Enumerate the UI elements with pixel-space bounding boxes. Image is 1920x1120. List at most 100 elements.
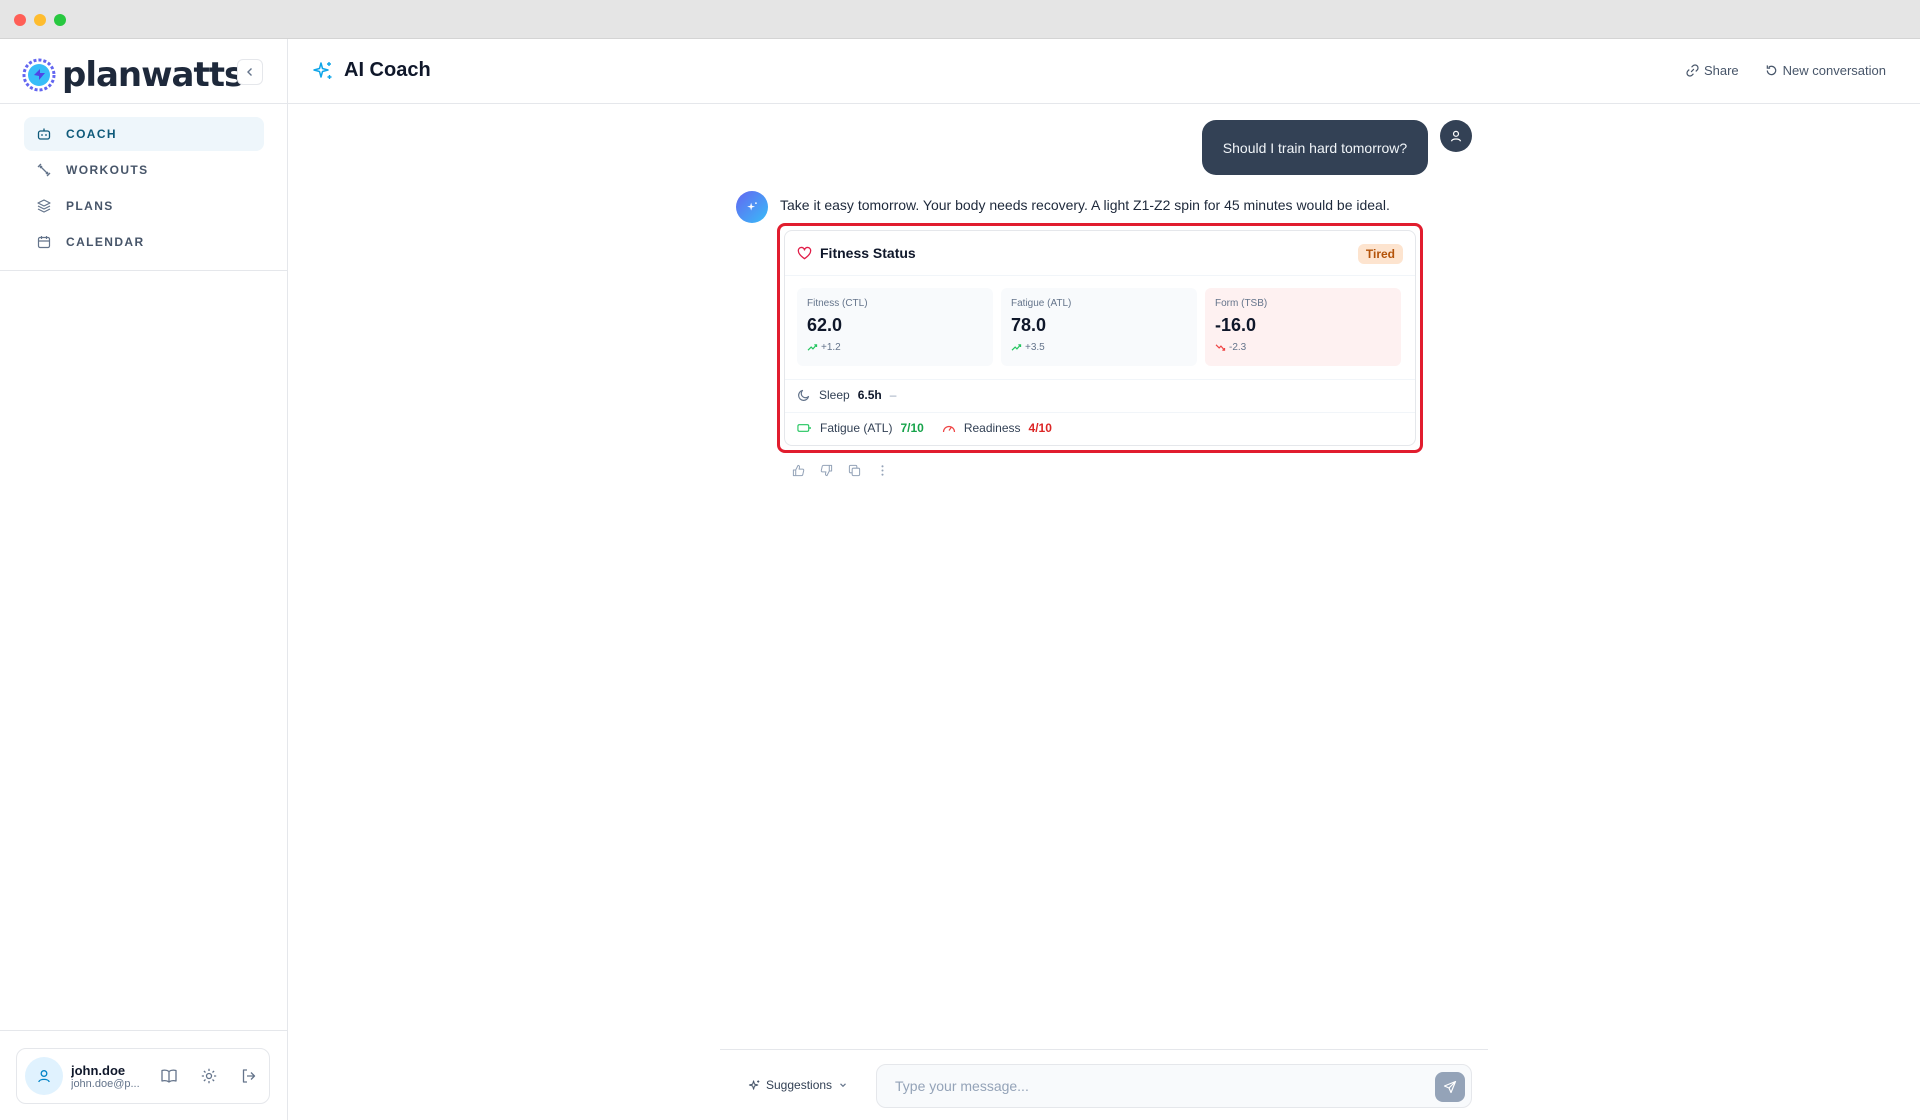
share-label: Share [1703, 63, 1739, 78]
layers-icon [37, 199, 51, 213]
sidebar-item-coach[interactable]: COACH [24, 117, 264, 151]
metric-label: Fatigue (ATL) [1011, 298, 1072, 309]
metric-label: Fitness (CTL) [807, 298, 868, 309]
divider [0, 103, 288, 104]
new-conversation-label: New conversation [1782, 63, 1886, 78]
window-titlebar [0, 0, 1920, 39]
trending-up-icon [807, 344, 818, 351]
message-actions [784, 461, 896, 479]
sidebar-item-label: WORKOUTS [66, 163, 149, 177]
user-message-text: Should I train hard tomorrow? [1222, 139, 1408, 156]
metric-fitness-ctl: Fitness (CTL) 62.0 +1.2 [797, 288, 993, 366]
sidebar-item-calendar[interactable]: CALENDAR [24, 225, 264, 259]
docs-button[interactable] [149, 1056, 189, 1096]
user-name: john.doe [71, 1062, 126, 1078]
thumbs-down-button[interactable] [812, 461, 840, 479]
minimize-window-button[interactable] [34, 14, 46, 26]
settings-button[interactable] [189, 1056, 229, 1096]
sidebar-nav: COACH WORKOUTS PLANS CALENDAR [24, 117, 264, 261]
card-title: Fitness Status [820, 245, 916, 261]
user-actions [149, 1056, 269, 1096]
gauge-icon [942, 425, 955, 433]
sidebar-item-workouts[interactable]: WORKOUTS [24, 153, 264, 187]
stats-row: Fatigue (ATL) 7/10 Readiness 4/10 [797, 421, 1070, 435]
rotate-ccw-icon [1766, 65, 1776, 76]
link-icon [1686, 64, 1699, 77]
page-title: AI Coach [344, 59, 431, 81]
sparkles-icon [747, 202, 757, 211]
thumbs-down-icon [820, 464, 832, 476]
card-header: Fitness Status [797, 245, 916, 261]
divider [785, 275, 1415, 276]
page-header: AI Coach Share New conversation [288, 39, 1920, 104]
metric-value: 62.0 [807, 315, 843, 335]
maximize-window-button[interactable] [54, 14, 66, 26]
share-button[interactable]: Share [1686, 63, 1739, 78]
copy-icon [848, 464, 860, 476]
thumbs-up-button[interactable] [784, 461, 812, 479]
status-badge: Tired [1357, 244, 1403, 264]
more-vertical-icon [880, 464, 884, 476]
avatar[interactable] [25, 1057, 63, 1095]
suggestions-label: Suggestions [766, 1078, 833, 1092]
user-message-bubble: Should I train hard tomorrow? [1202, 120, 1428, 175]
user-email: john.doe@p... [71, 1077, 140, 1090]
user-info: john.doe john.doe@p... [71, 1063, 141, 1090]
metric-value: -16.0 [1215, 315, 1257, 335]
sleep-row: Sleep 6.5h – [797, 388, 896, 402]
sidebar: planwatts COACH WORKOUTS PLANS CALENDAR … [0, 39, 288, 1120]
metric-delta: +3.5 [1011, 342, 1187, 353]
user-icon [1450, 130, 1462, 142]
thumbs-up-icon [792, 464, 804, 476]
readiness-stat: Readiness 4/10 [942, 421, 1052, 435]
page-title-group: AI Coach [312, 59, 431, 82]
calendar-icon [37, 236, 51, 249]
message-input[interactable] [876, 1064, 1472, 1108]
collapse-sidebar-button[interactable] [237, 59, 263, 85]
send-button[interactable] [1435, 1072, 1465, 1102]
user-message-avatar [1440, 120, 1472, 152]
close-window-button[interactable] [14, 14, 26, 26]
user-icon [38, 1070, 50, 1083]
battery-icon [797, 424, 811, 432]
chevron-down-icon [840, 1083, 846, 1088]
sidebar-item-label: PLANS [66, 199, 114, 213]
metric-delta: -2.3 [1215, 342, 1391, 353]
header-actions: Share New conversation [1660, 63, 1886, 78]
sidebar-item-plans[interactable]: PLANS [24, 189, 264, 223]
send-icon [1443, 1080, 1457, 1094]
fitness-status-card: Fitness Status Tired Fitness (CTL) 62.0 … [784, 230, 1416, 446]
bot-icon [37, 128, 51, 140]
new-conversation-button[interactable]: New conversation [1765, 63, 1886, 78]
heart-icon [797, 246, 812, 259]
sleep-value: 6.5h [857, 388, 882, 402]
metric-form-tsb: Form (TSB) -16.0 -2.3 [1205, 288, 1401, 366]
divider [785, 379, 1415, 380]
moon-icon [798, 389, 810, 401]
sleep-trend: – [889, 388, 897, 402]
copy-button[interactable] [840, 461, 868, 479]
assistant-message-text: Take it easy tomorrow. Your body needs r… [780, 197, 1390, 213]
sparkles-icon [313, 61, 332, 79]
suggestions-button[interactable]: Suggestions [748, 1078, 853, 1092]
book-open-icon [161, 1069, 177, 1083]
planwatts-logo-icon [22, 58, 56, 92]
gear-icon [201, 1068, 217, 1084]
readiness-label: Readiness [963, 421, 1021, 435]
metric-delta: +1.2 [807, 342, 983, 353]
logout-button[interactable] [229, 1056, 269, 1096]
metric-delta-value: +3.5 [1025, 342, 1045, 353]
more-options-button[interactable] [868, 461, 896, 479]
assistant-avatar [736, 191, 768, 223]
user-card: john.doe john.doe@p... [16, 1048, 270, 1104]
metric-fatigue-atl: Fatigue (ATL) 78.0 +3.5 [1001, 288, 1197, 366]
sidebar-item-label: CALENDAR [66, 235, 145, 249]
brand[interactable]: planwatts [22, 53, 244, 97]
sidebar-item-label: COACH [66, 127, 117, 141]
metric-delta-value: +1.2 [821, 342, 841, 353]
message-composer: Suggestions [720, 1049, 1488, 1120]
divider [0, 270, 288, 271]
fatigue-value: 7/10 [900, 421, 924, 435]
metric-delta-value: -2.3 [1229, 342, 1247, 353]
dumbbell-icon [37, 163, 51, 177]
